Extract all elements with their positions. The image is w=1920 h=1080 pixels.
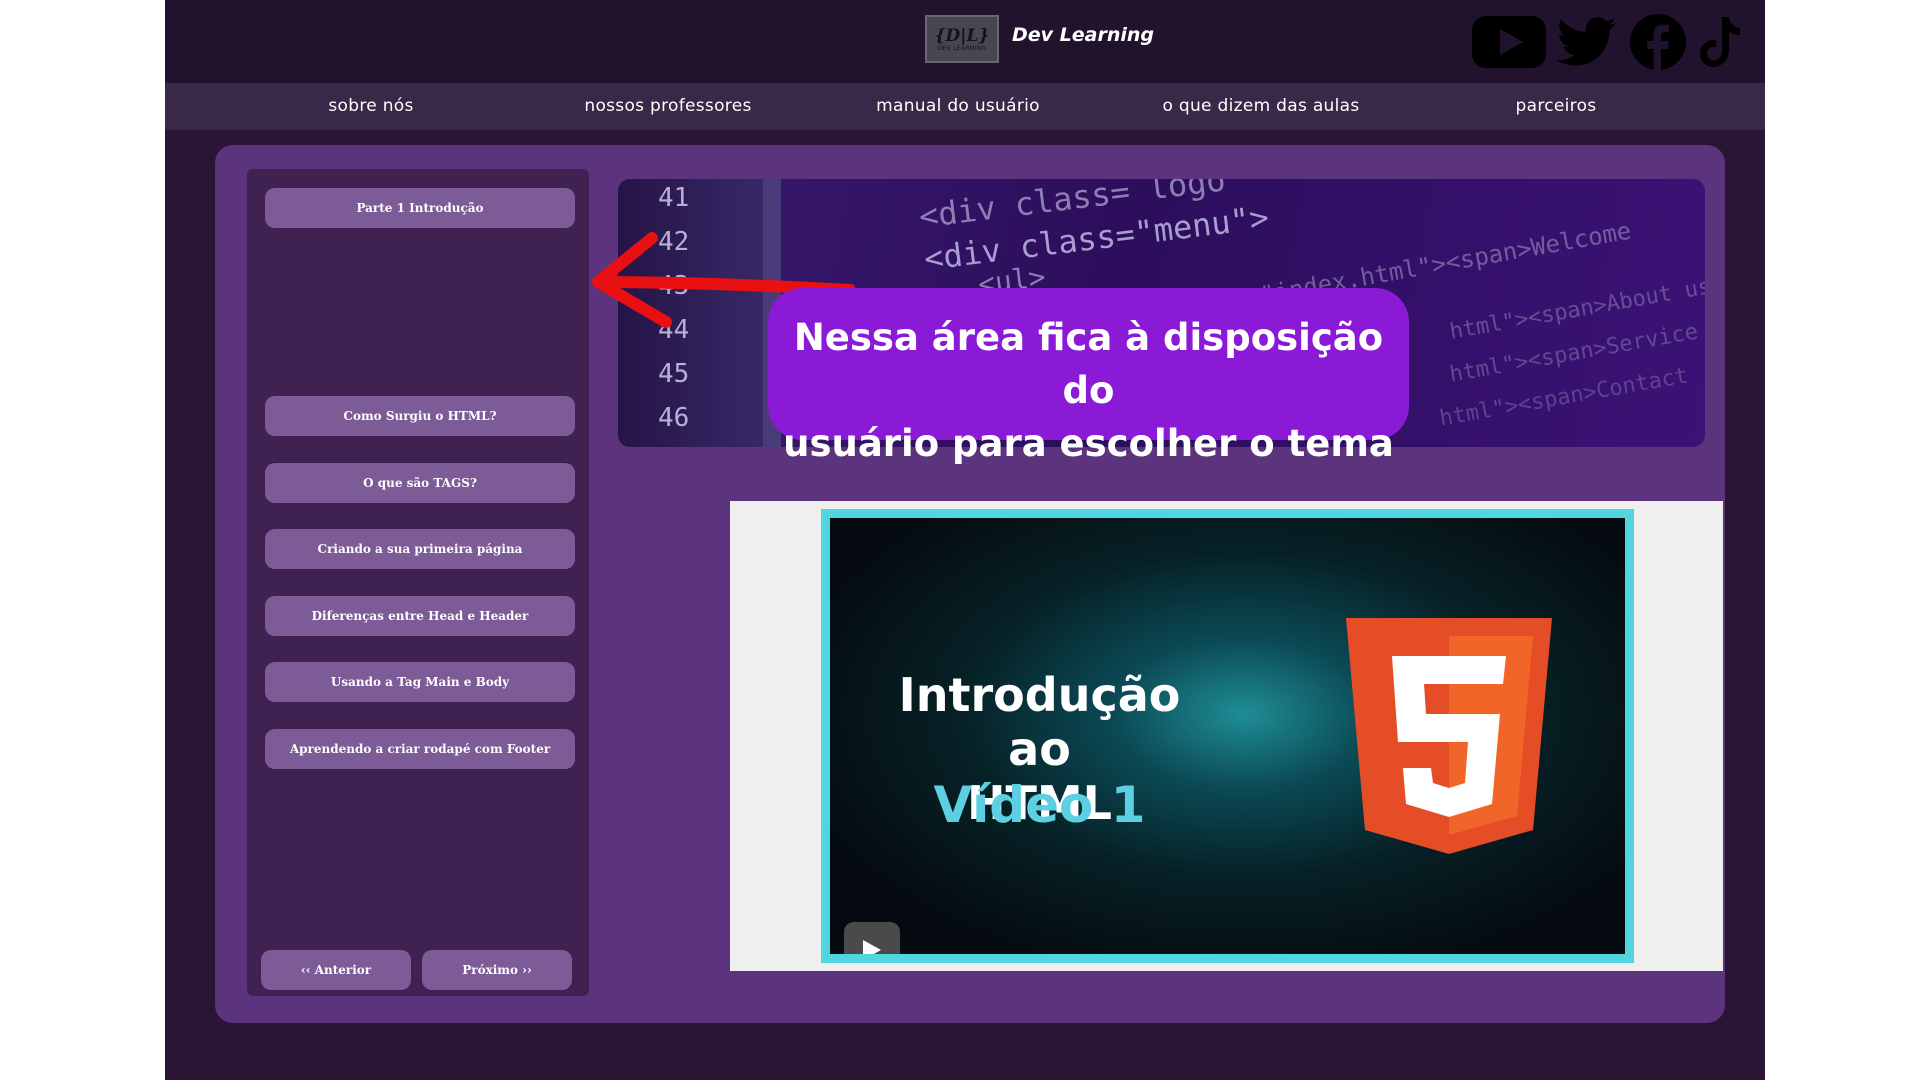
callout-tooltip: Nessa área fica à disposição do usuário … (768, 288, 1409, 465)
main-nav: sobre nós nossos professores manual do u… (165, 83, 1765, 130)
video-player[interactable]: Introdução ao HTML Vídeo 1 (730, 501, 1723, 971)
topic-button[interactable]: O que são TAGS? (265, 463, 575, 503)
logo-subtext: DEV LEARNING (937, 44, 987, 52)
topic-button[interactable]: Usando a Tag Main e Body (265, 662, 575, 702)
line-numbers: 41 42 43 44 45 46 (618, 179, 778, 447)
lesson-sidebar: Parte 1 Introdução Como Surgiu o HTML? O… (247, 169, 589, 996)
header: {D|L} DEV LEARNING Dev Learning (165, 0, 1765, 83)
callout-line-2: usuário para escolher o tema (783, 422, 1394, 465)
next-button[interactable]: Próximo ›› (422, 950, 572, 990)
line-number: 41 (658, 183, 690, 213)
nav-item-parceiros[interactable]: parceiros (1516, 83, 1597, 130)
twitter-icon[interactable] (1555, 10, 1619, 74)
callout-line-1: Nessa área fica à disposição do (793, 316, 1384, 412)
play-button[interactable] (844, 922, 900, 954)
nav-item-nossos-professores[interactable]: nossos professores (584, 83, 751, 130)
topic-button[interactable]: Diferenças entre Head e Header (265, 596, 575, 636)
page: {D|L} DEV LEARNING Dev Learning sobre nó… (165, 0, 1765, 1080)
video-title-line-1: Introdução ao (898, 668, 1181, 776)
video-thumbnail[interactable]: Introdução ao HTML Vídeo 1 (821, 509, 1634, 963)
nav-item-sobre-nos[interactable]: sobre nós (328, 83, 413, 130)
content-panel: Parte 1 Introdução Como Surgiu o HTML? O… (215, 145, 1725, 1023)
tiktok-icon[interactable] (1695, 10, 1745, 74)
nav-item-manual-do-usuario[interactable]: manual do usuário (876, 83, 1040, 130)
facebook-icon[interactable] (1627, 10, 1689, 74)
play-icon (863, 940, 881, 954)
line-number: 42 (658, 227, 690, 257)
part-button[interactable]: Parte 1 Introdução (265, 188, 575, 228)
line-number: 45 (658, 359, 690, 389)
line-number: 44 (658, 315, 690, 345)
line-number: 43 (658, 271, 690, 301)
topic-button[interactable]: Como Surgiu o HTML? (265, 396, 575, 436)
brand-name: Dev Learning (1012, 24, 1155, 46)
line-number: 46 (658, 403, 690, 433)
html5-logo (1346, 618, 1552, 854)
topic-button[interactable]: Aprendendo a criar rodapé com Footer (265, 729, 575, 769)
youtube-icon[interactable] (1470, 10, 1548, 74)
topic-button[interactable]: Criando a sua primeira página (265, 529, 575, 569)
previous-button[interactable]: ‹‹ Anterior (261, 950, 411, 990)
logo[interactable]: {D|L} DEV LEARNING (925, 15, 999, 63)
logo-text: {D|L} (934, 25, 990, 46)
nav-item-o-que-dizem-das-aulas[interactable]: o que dizem das aulas (1162, 83, 1359, 130)
video-subtitle: Vídeo 1 (933, 776, 1146, 834)
